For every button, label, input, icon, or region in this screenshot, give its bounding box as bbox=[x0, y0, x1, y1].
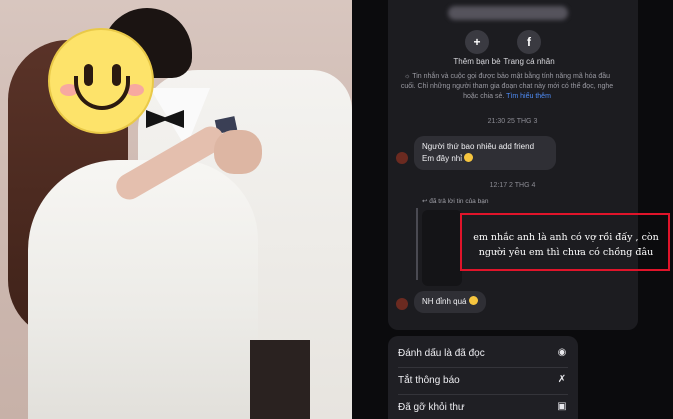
groom-pants bbox=[250, 340, 310, 419]
lock-icon: ☼ bbox=[403, 73, 411, 80]
blurred-contact-name bbox=[448, 6, 568, 20]
folder-icon: ▣ bbox=[557, 401, 567, 412]
reply-note: ↩ đã trả lời tin của bạn bbox=[422, 197, 488, 205]
timestamp: 12:17 2 THG 4 bbox=[489, 182, 536, 189]
profile-button[interactable]: f Trang cá nhân bbox=[494, 30, 564, 66]
menu-item-label: Tắt thông báo bbox=[398, 375, 460, 386]
menu-item-mark-read[interactable]: Đánh dấu là đã đọc ◉ bbox=[398, 344, 568, 364]
menu-item-mute[interactable]: Tắt thông báo ✗ bbox=[398, 371, 568, 391]
menu-divider bbox=[398, 367, 568, 368]
facebook-icon: f bbox=[517, 30, 541, 54]
encryption-notice: ☼ Tin nhắn và cuộc gọi được bảo mật bằng… bbox=[396, 72, 618, 102]
reply-arrow-icon: ↩ bbox=[422, 198, 428, 205]
reply-note-text: đã trả lời tin của bạn bbox=[429, 198, 489, 205]
menu-item-label: Đã gỡ khỏi thư bbox=[398, 402, 465, 413]
laughing-emoji-icon bbox=[464, 153, 474, 162]
message-line-with-emoji: Em đây nhỉ bbox=[422, 153, 548, 165]
add-person-icon: + bbox=[465, 30, 489, 54]
menu-divider bbox=[398, 394, 568, 395]
learn-more-link[interactable]: Tìm hiểu thêm bbox=[506, 93, 551, 100]
smiley-mouth bbox=[74, 76, 130, 110]
context-menu: Đánh dấu là đã đọc ◉ Tắt thông báo ✗ Đã … bbox=[388, 336, 578, 419]
menu-item-removed[interactable]: Đã gỡ khỏi thư ▣ bbox=[398, 398, 568, 418]
messenger-chat-screenshot: + Thêm bạn bè f Trang cá nhân ☼ Tin nhắn… bbox=[352, 0, 673, 419]
message-bubble[interactable]: NH đỉnh quá bbox=[414, 291, 486, 313]
bride-dress bbox=[28, 160, 258, 419]
laughing-emoji-icon bbox=[468, 296, 478, 305]
profile-label: Trang cá nhân bbox=[503, 57, 555, 66]
highlighted-caption: em nhắc anh là anh có vợ rồi đấy , còn n… bbox=[473, 232, 659, 258]
avatar bbox=[396, 152, 408, 164]
message-line-text: Em đây nhỉ bbox=[422, 154, 463, 163]
message-text: NH đỉnh quá bbox=[422, 297, 467, 306]
wedding-photo bbox=[0, 0, 352, 419]
reply-quote-bar bbox=[416, 208, 418, 280]
replied-media[interactable] bbox=[422, 210, 462, 286]
timestamp: 21:30 25 THG 3 bbox=[487, 118, 538, 125]
smiley-face-sticker-icon bbox=[48, 28, 154, 134]
clasped-hands bbox=[214, 130, 262, 174]
mark-read-icon: ◉ bbox=[557, 347, 567, 358]
message-bubble[interactable]: Người thứ bao nhiêu add friend Em đây nh… bbox=[414, 136, 556, 170]
message-line: Người thứ bao nhiêu add friend bbox=[422, 142, 535, 151]
avatar bbox=[396, 298, 408, 310]
mute-bell-icon: ✗ bbox=[557, 374, 567, 385]
menu-item-label: Đánh dấu là đã đọc bbox=[398, 348, 485, 359]
